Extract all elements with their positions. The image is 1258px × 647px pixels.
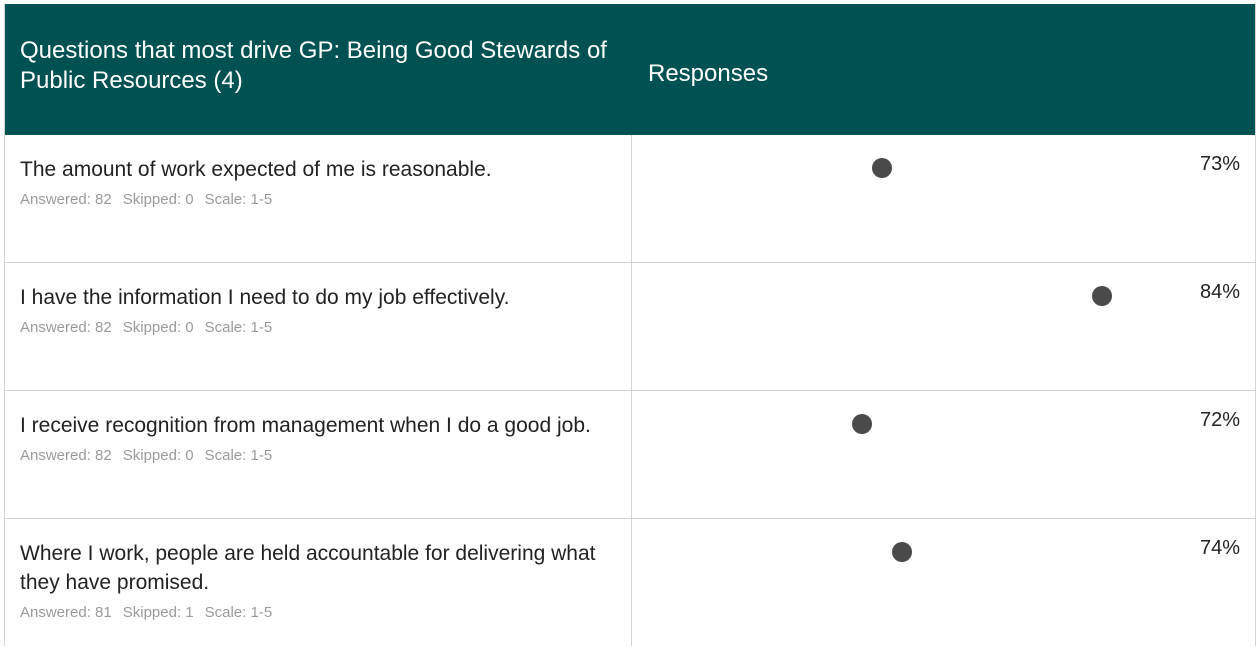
response-percent: 72% <box>1199 409 1240 431</box>
scale-label: Scale: 1-5 <box>204 604 273 621</box>
question-text: I receive recognition from management wh… <box>20 414 591 437</box>
table-header: Questions that most drive GP: Being Good… <box>5 4 1255 135</box>
question-text: Where I work, people are held accountabl… <box>20 542 596 594</box>
table-row: I have the information I need to do my j… <box>5 262 1255 390</box>
skipped-count: Skipped: 0 <box>122 447 194 464</box>
skipped-count: Skipped: 0 <box>122 319 194 336</box>
response-cell: 73% <box>632 135 1255 262</box>
table-row: The amount of work expected of me is rea… <box>5 135 1255 262</box>
answered-count: Answered: 81 <box>20 604 112 621</box>
response-cell: 72% <box>632 391 1255 518</box>
table-row: Where I work, people are held accountabl… <box>5 518 1255 646</box>
answered-count: Answered: 82 <box>20 447 112 464</box>
question-text: I have the information I need to do my j… <box>20 286 510 309</box>
response-percent: 74% <box>1199 537 1240 559</box>
skipped-count: Skipped: 1 <box>122 604 194 621</box>
scale-label: Scale: 1-5 <box>204 191 273 208</box>
results-table: Questions that most drive GP: Being Good… <box>4 4 1256 646</box>
table-row: I receive recognition from management wh… <box>5 390 1255 518</box>
answered-count: Answered: 82 <box>20 319 112 336</box>
response-dot-marker <box>892 542 912 562</box>
question-text: The amount of work expected of me is rea… <box>20 158 492 181</box>
scale-label: Scale: 1-5 <box>204 447 273 464</box>
responses-column-header: Responses <box>648 60 769 87</box>
question-column-header: Questions that most drive GP: Being Good… <box>20 37 607 94</box>
response-dot-marker <box>1092 286 1112 306</box>
question-cell: I receive recognition from management wh… <box>5 391 632 518</box>
question-meta: Answered: 82 Skipped: 0 Scale: 1-5 <box>20 191 619 208</box>
question-meta: Answered: 82 Skipped: 0 Scale: 1-5 <box>20 319 619 336</box>
question-meta: Answered: 82 Skipped: 0 Scale: 1-5 <box>20 447 619 464</box>
response-percent: 84% <box>1199 281 1240 303</box>
response-cell: 74% <box>632 519 1255 646</box>
skipped-count: Skipped: 0 <box>122 191 194 208</box>
question-cell: I have the information I need to do my j… <box>5 263 632 390</box>
response-dot-marker <box>852 414 872 434</box>
response-percent: 73% <box>1199 153 1240 175</box>
scale-label: Scale: 1-5 <box>204 319 273 336</box>
answered-count: Answered: 82 <box>20 191 112 208</box>
question-meta: Answered: 81 Skipped: 1 Scale: 1-5 <box>20 604 619 621</box>
question-cell: Where I work, people are held accountabl… <box>5 519 632 646</box>
response-dot-marker <box>872 158 892 178</box>
question-cell: The amount of work expected of me is rea… <box>5 135 632 262</box>
response-cell: 84% <box>632 263 1255 390</box>
